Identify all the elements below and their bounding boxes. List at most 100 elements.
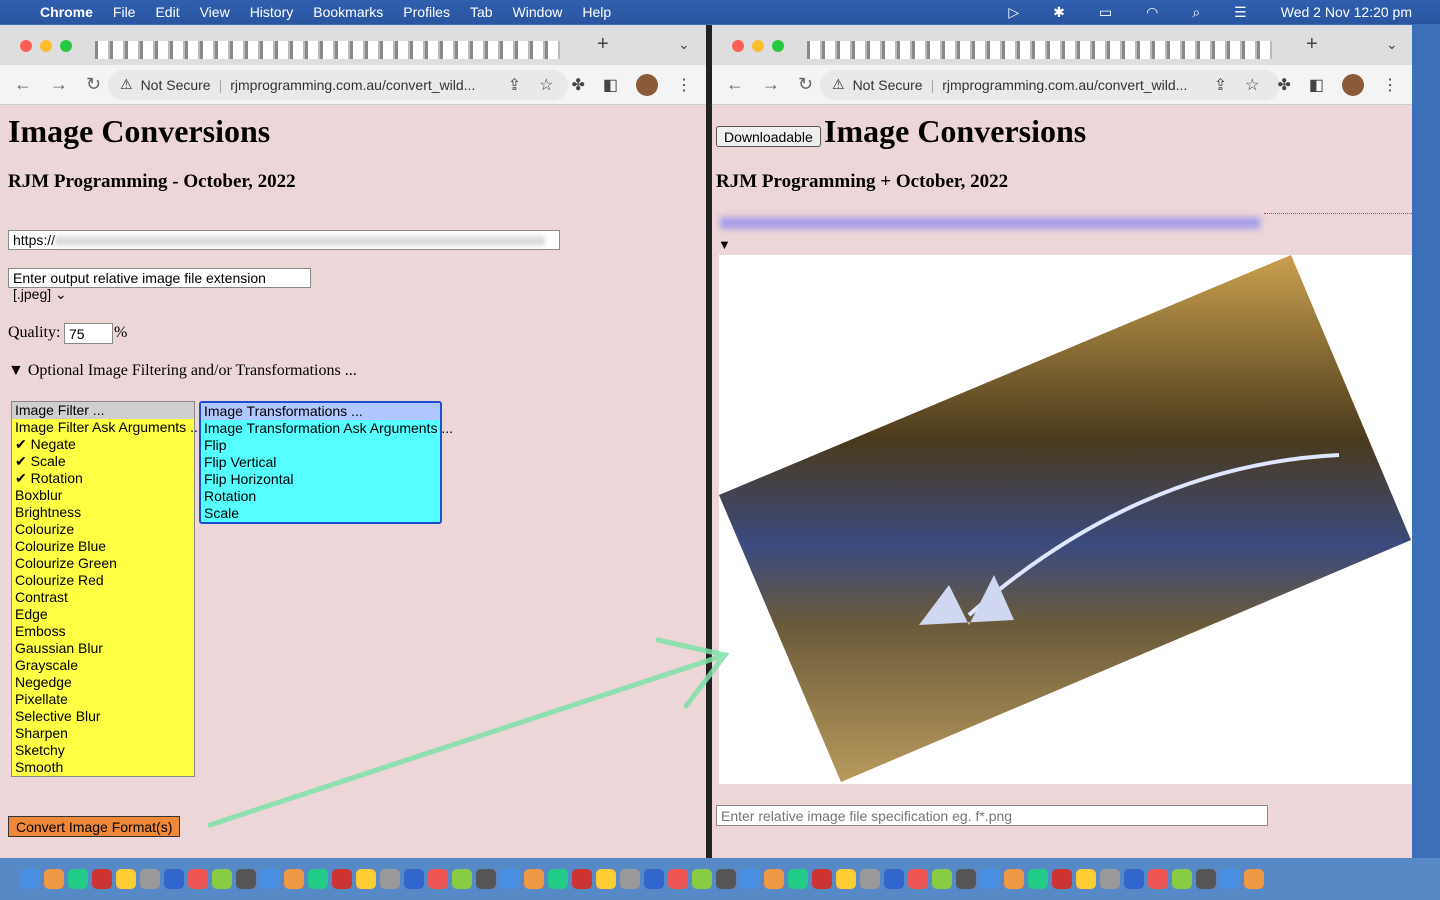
quality-input[interactable]: 75 bbox=[64, 323, 113, 344]
dock-app-icon[interactable] bbox=[668, 869, 688, 889]
zoom-window-button[interactable] bbox=[772, 40, 784, 52]
filter-option[interactable]: Smooth bbox=[12, 759, 194, 776]
avatar[interactable] bbox=[1342, 73, 1364, 96]
dock-app-icon[interactable] bbox=[1220, 869, 1240, 889]
dock-app-icon[interactable] bbox=[308, 869, 328, 889]
menu-tab[interactable]: Tab bbox=[470, 4, 493, 20]
dock-app-icon[interactable] bbox=[140, 869, 160, 889]
menu-file[interactable]: File bbox=[113, 4, 136, 20]
dock-app-icon[interactable] bbox=[404, 869, 424, 889]
tab-strip[interactable] bbox=[95, 41, 560, 59]
sidepanel-icon[interactable]: ◧ bbox=[1309, 75, 1324, 95]
dock-app-icon[interactable] bbox=[1172, 869, 1192, 889]
dock-app-icon[interactable] bbox=[884, 869, 904, 889]
dock-app-icon[interactable] bbox=[452, 869, 472, 889]
bookmark-star-icon[interactable]: ☆ bbox=[1245, 75, 1259, 95]
menu-edit[interactable]: Edit bbox=[155, 4, 179, 20]
dock-app-icon[interactable] bbox=[860, 869, 880, 889]
search-icon[interactable]: ⌕ bbox=[1192, 4, 1200, 21]
url-input[interactable]: https:// bbox=[8, 230, 560, 250]
dock-app-icon[interactable] bbox=[572, 869, 592, 889]
extension-select[interactable]: Enter output relative image file extensi… bbox=[8, 268, 311, 302]
file-spec-input[interactable] bbox=[716, 805, 1268, 826]
transformation-option[interactable]: Image Transformation Ask Arguments ... bbox=[201, 420, 453, 437]
new-tab-icon[interactable]: + bbox=[1306, 33, 1318, 56]
filter-option[interactable]: Emboss bbox=[12, 623, 194, 640]
filter-option[interactable]: ✔ Rotation bbox=[12, 470, 194, 487]
filter-option[interactable]: Grayscale bbox=[12, 657, 194, 674]
url-text[interactable]: rjmprogramming.com.au/convert_wild... bbox=[942, 77, 1187, 93]
dock-app-icon[interactable] bbox=[500, 869, 520, 889]
convert-button[interactable]: Convert Image Format(s) bbox=[8, 816, 181, 837]
filter-option[interactable]: Image Filter ... bbox=[12, 402, 194, 419]
dock-app-icon[interactable] bbox=[1124, 869, 1144, 889]
dock-app-icon[interactable] bbox=[908, 869, 928, 889]
dock-app-icon[interactable] bbox=[188, 869, 208, 889]
dock-app-icon[interactable] bbox=[740, 869, 760, 889]
extensions-icon[interactable]: ✤ bbox=[571, 75, 584, 95]
transformation-option[interactable]: Flip Horizontal bbox=[201, 471, 440, 488]
reload-icon[interactable]: ↻ bbox=[798, 74, 813, 95]
filter-option[interactable]: Colourize Green bbox=[12, 555, 194, 572]
dock-app-icon[interactable] bbox=[1004, 869, 1024, 889]
dock-app-icon[interactable] bbox=[20, 869, 40, 889]
url-text[interactable]: rjmprogramming.com.au/convert_wild... bbox=[230, 77, 475, 93]
dock-app-icon[interactable] bbox=[332, 869, 352, 889]
tab-search-icon[interactable]: ⌄ bbox=[1386, 36, 1398, 53]
dock-app-icon[interactable] bbox=[812, 869, 832, 889]
filter-option[interactable]: Edge bbox=[12, 606, 194, 623]
filter-option[interactable]: Sketchy bbox=[12, 742, 194, 759]
share-icon[interactable]: ⇪ bbox=[508, 75, 521, 95]
clock[interactable]: Wed 2 Nov 12:20 pm bbox=[1281, 4, 1412, 20]
dock-app-icon[interactable] bbox=[932, 869, 952, 889]
more-icon[interactable]: ⋮ bbox=[676, 75, 692, 95]
transformation-option[interactable]: Rotation bbox=[201, 488, 440, 505]
back-icon[interactable]: ← bbox=[726, 74, 744, 95]
filter-listbox[interactable]: Image Filter ... Image Filter Ask Argumen… bbox=[11, 401, 202, 777]
disclosure-triangle-icon[interactable]: ▼ bbox=[718, 237, 731, 252]
dock-app-icon[interactable] bbox=[644, 869, 664, 889]
menu-bookmarks[interactable]: Bookmarks bbox=[313, 4, 383, 20]
filter-option[interactable]: Pixellate bbox=[12, 691, 194, 708]
dock-app-icon[interactable] bbox=[260, 869, 280, 889]
filter-option[interactable]: Colourize Red bbox=[12, 572, 194, 589]
forward-icon[interactable]: → bbox=[762, 74, 780, 95]
dock-app-icon[interactable] bbox=[836, 869, 856, 889]
back-icon[interactable]: ← bbox=[14, 74, 32, 95]
filter-option[interactable]: Selective Blur bbox=[12, 708, 194, 725]
dock-app-icon[interactable] bbox=[236, 869, 256, 889]
filter-option[interactable]: Colourize Blue bbox=[12, 538, 194, 555]
dock-app-icon[interactable] bbox=[524, 869, 544, 889]
dock-app-icon[interactable] bbox=[92, 869, 112, 889]
optional-details-summary[interactable]: ▼ Optional Image Filtering and/or Transf… bbox=[8, 362, 357, 380]
dock-app-icon[interactable] bbox=[788, 869, 808, 889]
transformation-listbox[interactable]: Image Transformations ... Image Transform… bbox=[199, 401, 453, 524]
filter-option[interactable]: Image Filter Ask Arguments ... bbox=[12, 419, 202, 436]
dock-app-icon[interactable] bbox=[1244, 869, 1264, 889]
filter-option[interactable]: Sharpen bbox=[12, 725, 194, 742]
close-window-button[interactable] bbox=[732, 40, 744, 52]
dock-app-icon[interactable] bbox=[68, 869, 88, 889]
dock-app-icon[interactable] bbox=[428, 869, 448, 889]
transformation-option[interactable]: Flip bbox=[201, 437, 440, 454]
transformation-option[interactable]: Image Transformations ... bbox=[201, 403, 440, 420]
dock-app-icon[interactable] bbox=[1052, 869, 1072, 889]
dock-app-icon[interactable] bbox=[380, 869, 400, 889]
dock-app-icon[interactable] bbox=[116, 869, 136, 889]
bookmark-star-icon[interactable]: ☆ bbox=[539, 75, 553, 95]
dock-app-icon[interactable] bbox=[692, 869, 712, 889]
share-icon[interactable]: ⇪ bbox=[1214, 75, 1227, 95]
filter-option[interactable]: Contrast bbox=[12, 589, 194, 606]
zoom-window-button[interactable] bbox=[60, 40, 72, 52]
omnibox[interactable]: ⚠ Not Secure | rjmprogramming.com.au/conver… bbox=[820, 69, 1280, 100]
dock-app-icon[interactable] bbox=[284, 869, 304, 889]
control-center-icon[interactable]: ☰ bbox=[1234, 4, 1247, 21]
menu-app[interactable]: Chrome bbox=[40, 4, 93, 20]
dock-app-icon[interactable] bbox=[1196, 869, 1216, 889]
play-icon[interactable]: ▷ bbox=[1008, 4, 1019, 21]
minimize-window-button[interactable] bbox=[40, 40, 52, 52]
extensions-icon[interactable]: ✤ bbox=[1277, 75, 1290, 95]
dock-app-icon[interactable] bbox=[1100, 869, 1120, 889]
dock-app-icon[interactable] bbox=[716, 869, 736, 889]
forward-icon[interactable]: → bbox=[50, 74, 68, 95]
